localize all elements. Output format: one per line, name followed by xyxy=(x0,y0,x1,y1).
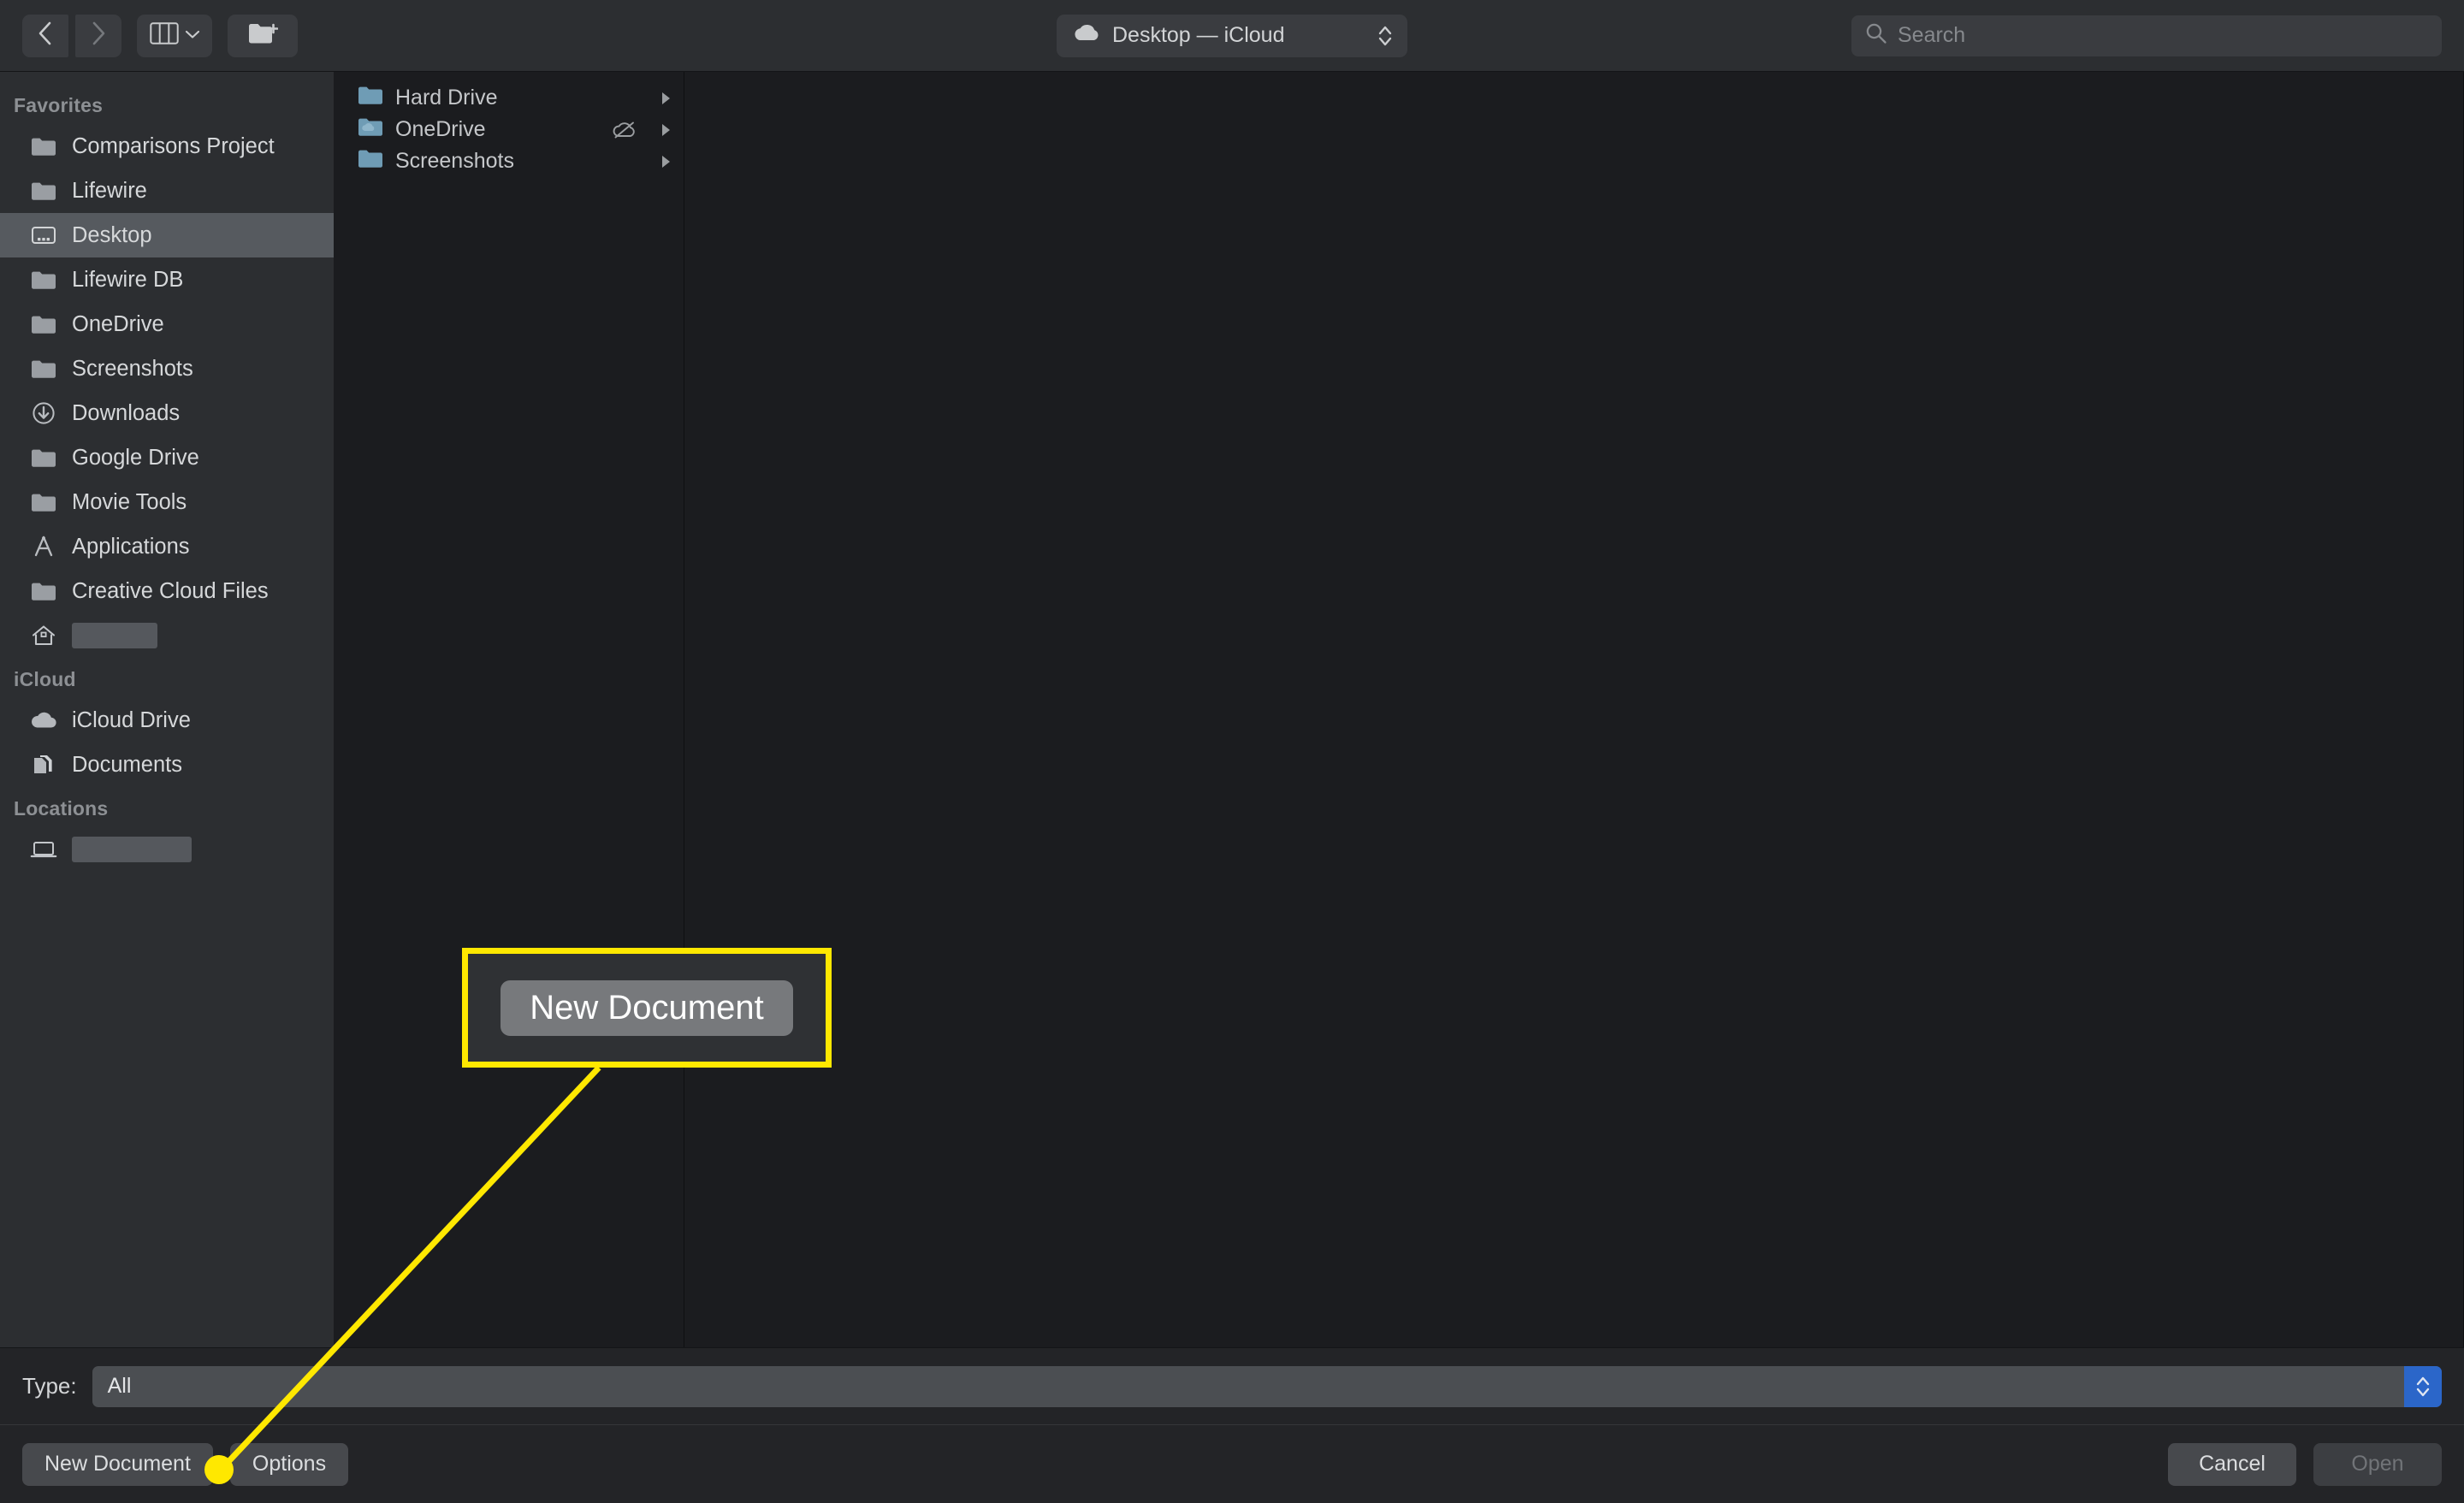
new-folder-button[interactable] xyxy=(228,15,298,57)
sidebar-item-label: Screenshots xyxy=(72,357,193,382)
file-column-1[interactable]: Hard Drive OneDrive xyxy=(334,72,684,1347)
type-label: Type: xyxy=(22,1373,77,1399)
applications-icon xyxy=(29,535,58,559)
sidebar-header-icloud: iCloud xyxy=(0,658,334,698)
sidebar-item-location-redacted-label xyxy=(72,837,192,862)
sidebar-item-label: Google Drive xyxy=(72,446,199,470)
file-name: Hard Drive xyxy=(395,86,497,110)
sidebar-item-home-redacted-label xyxy=(72,623,157,648)
view-mode-button[interactable] xyxy=(137,15,212,57)
documents-icon xyxy=(29,753,58,777)
search-field[interactable]: Search xyxy=(1851,15,2442,56)
sidebar-item-comparisons-project[interactable]: Comparisons Project xyxy=(0,124,334,169)
sidebar-item-movie-tools[interactable]: Movie Tools xyxy=(0,480,334,524)
sidebar-item-label: Downloads xyxy=(72,401,180,426)
file-row-screenshots[interactable]: Screenshots xyxy=(334,145,684,177)
file-row-hard-drive[interactable]: Hard Drive xyxy=(334,82,684,114)
file-column-2[interactable] xyxy=(684,72,2464,1347)
search-placeholder: Search xyxy=(1898,23,1965,48)
new-folder-icon xyxy=(247,21,278,50)
type-select-value: All xyxy=(108,1374,132,1399)
sidebar-item-desktop[interactable]: Desktop xyxy=(0,213,334,257)
sidebar-item-applications[interactable]: Applications xyxy=(0,524,334,569)
laptop-icon xyxy=(29,839,58,860)
file-open-dialog: Desktop — iCloud Search Favorites xyxy=(0,0,2464,1503)
sidebar-item-documents[interactable]: Documents xyxy=(0,743,334,787)
forward-button[interactable] xyxy=(75,15,121,57)
sidebar-item-label: OneDrive xyxy=(72,312,164,337)
desktop-icon xyxy=(29,225,58,246)
sidebar: Favorites Comparisons Project Lifewire xyxy=(0,72,334,1347)
chevron-right-icon xyxy=(660,91,672,106)
type-select[interactable]: All xyxy=(92,1366,2442,1407)
sidebar-item-google-drive[interactable]: Google Drive xyxy=(0,435,334,480)
sidebar-item-creative-cloud-files[interactable]: Creative Cloud Files xyxy=(0,569,334,613)
folder-icon xyxy=(29,314,58,334)
cloud-slash-icon xyxy=(612,121,637,139)
sidebar-item-label: Lifewire xyxy=(72,179,147,204)
sidebar-header-locations: Locations xyxy=(0,787,334,827)
sidebar-item-location-device[interactable] xyxy=(0,827,334,872)
cancel-button[interactable]: Cancel xyxy=(2168,1443,2296,1486)
file-row-onedrive[interactable]: OneDrive xyxy=(334,114,684,145)
sidebar-item-screenshots[interactable]: Screenshots xyxy=(0,346,334,391)
folder-icon xyxy=(358,85,383,111)
sidebar-item-label: Comparisons Project xyxy=(72,134,275,159)
downloads-icon xyxy=(29,401,58,425)
type-stepper-icon[interactable] xyxy=(2404,1366,2442,1407)
sidebar-item-label: Movie Tools xyxy=(72,490,187,515)
chevron-down-icon xyxy=(185,28,200,44)
folder-icon xyxy=(358,148,383,175)
options-button[interactable]: Options xyxy=(230,1443,348,1486)
bottom-bar: New Document Options Cancel Open xyxy=(0,1424,2464,1503)
sidebar-item-label: Desktop xyxy=(72,223,152,248)
sidebar-item-label: Applications xyxy=(72,535,190,559)
sidebar-item-label: Creative Cloud Files xyxy=(72,579,269,604)
folder-icon xyxy=(29,492,58,512)
file-name: Screenshots xyxy=(395,149,514,174)
column-browser: Hard Drive OneDrive xyxy=(334,72,2464,1347)
folder-icon xyxy=(29,581,58,601)
home-icon xyxy=(29,624,58,648)
callout-box: New Document xyxy=(462,948,832,1068)
folder-icon xyxy=(29,269,58,290)
sidebar-item-icloud-drive[interactable]: iCloud Drive xyxy=(0,698,334,743)
folder-icon xyxy=(29,447,58,468)
folder-icon xyxy=(29,358,58,379)
file-name: OneDrive xyxy=(395,117,486,142)
icloud-icon xyxy=(1072,23,1101,48)
icloud-icon xyxy=(29,711,58,730)
chevron-right-icon xyxy=(660,122,672,138)
chevron-left-icon xyxy=(37,20,54,51)
path-popup-button[interactable]: Desktop — iCloud xyxy=(1057,15,1407,57)
sidebar-header-favorites: Favorites xyxy=(0,84,334,124)
dialog-body: Favorites Comparisons Project Lifewire xyxy=(0,72,2464,1347)
back-button[interactable] xyxy=(22,15,68,57)
sidebar-item-label: Documents xyxy=(72,753,182,778)
search-icon xyxy=(1865,22,1887,49)
chevron-right-icon xyxy=(90,20,107,51)
open-button[interactable]: Open xyxy=(2313,1443,2442,1486)
navigation-buttons xyxy=(22,15,121,57)
folder-icon xyxy=(29,180,58,201)
sidebar-item-downloads[interactable]: Downloads xyxy=(0,391,334,435)
sidebar-item-lifewire-db[interactable]: Lifewire DB xyxy=(0,257,334,302)
sidebar-item-label: iCloud Drive xyxy=(72,708,191,733)
column-view-icon xyxy=(150,22,179,49)
chevron-right-icon xyxy=(660,154,672,169)
path-popup-label: Desktop — iCloud xyxy=(1112,23,1284,48)
type-row: Type: All xyxy=(0,1347,2464,1424)
new-document-button[interactable]: New Document xyxy=(22,1443,213,1486)
sidebar-item-lifewire[interactable]: Lifewire xyxy=(0,169,334,213)
sidebar-item-onedrive[interactable]: OneDrive xyxy=(0,302,334,346)
folder-cloud-icon xyxy=(358,116,383,143)
toolbar: Desktop — iCloud Search xyxy=(0,0,2464,72)
sidebar-item-label: Lifewire DB xyxy=(72,268,183,293)
folder-icon xyxy=(29,136,58,157)
callout-new-document-button: New Document xyxy=(500,980,792,1036)
path-stepper-icon xyxy=(1377,21,1394,50)
sidebar-item-home[interactable] xyxy=(0,613,334,658)
